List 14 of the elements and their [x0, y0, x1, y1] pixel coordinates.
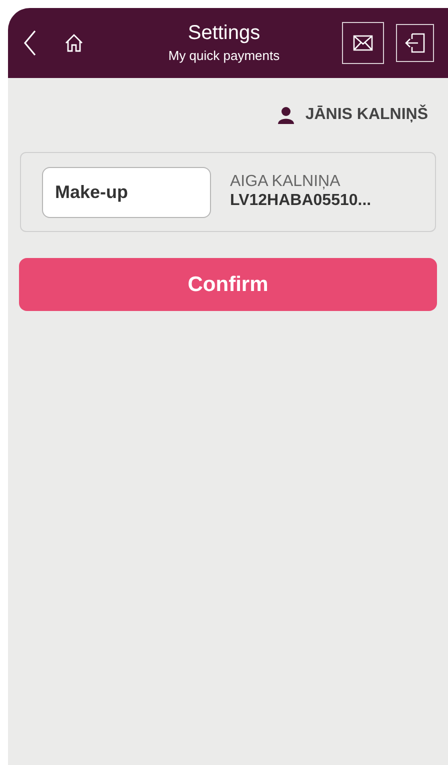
- user-name: JĀNIS KALNIŅŠ: [305, 104, 428, 125]
- mail-button[interactable]: [342, 22, 384, 64]
- recipient-name: AIGA KALNIŅA: [230, 173, 342, 191]
- account-number: LV12HABA05510...: [230, 191, 372, 211]
- logout-icon: [404, 32, 426, 54]
- logout-button[interactable]: [396, 24, 434, 62]
- user-icon: [277, 106, 296, 124]
- confirm-button[interactable]: Confirm: [19, 258, 437, 311]
- window-subtitle: My quick payments: [168, 47, 280, 65]
- back-icon: [23, 30, 37, 56]
- window-title: Settings: [188, 21, 260, 45]
- input-field[interactable]: Make-up: [42, 166, 211, 218]
- home-icon: [64, 33, 84, 53]
- envelope-icon: [353, 35, 373, 51]
